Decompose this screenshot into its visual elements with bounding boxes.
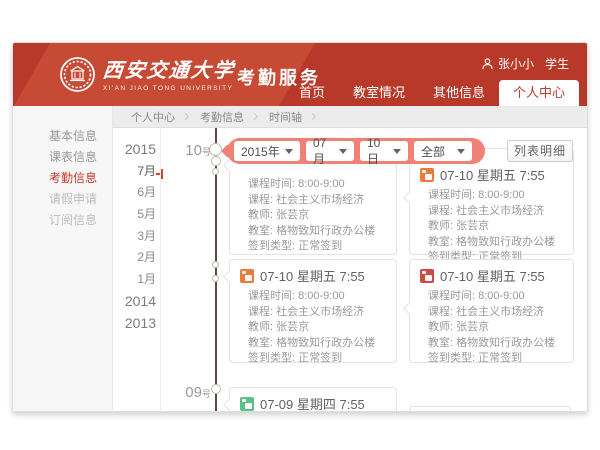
day-select[interactable]: 10日 <box>360 141 408 161</box>
nav-tab-other-info[interactable]: 其他信息 <box>419 80 499 106</box>
timeline-node <box>211 156 221 166</box>
attendance-card: 07-10 星期五 7:55 课程时间: 8:00-9:00 课程: 社会主义市… <box>409 259 574 363</box>
timeline-nav-may[interactable]: 5月 <box>113 204 156 226</box>
app-header: 西安交通大学 XI'AN JIAO TONG UNIVERSITY 考勤服务 张… <box>13 43 587 106</box>
card-line: 课程时间: 8:00-9:00 <box>428 289 573 305</box>
attendance-status-icon <box>240 269 254 283</box>
breadcrumb-item-attendance-info[interactable]: 考勤信息 <box>196 109 248 125</box>
current-month-marker <box>161 169 163 179</box>
card-title: 07-10 星期五 7:55 <box>440 165 545 184</box>
attendance-card: 07-09 星期四 7:55 <box>229 387 397 411</box>
timeline-nav-january[interactable]: 1月 <box>113 269 156 291</box>
page: 西安交通大学 XI'AN JIAO TONG UNIVERSITY 考勤服务 张… <box>0 0 600 450</box>
sidebar-item-subscription-info[interactable]: 订阅信息 <box>13 210 112 231</box>
chevron-right-icon <box>309 113 316 120</box>
card-line: 课程时间: 8:00-9:00 <box>428 188 573 204</box>
timeline-node <box>212 261 219 268</box>
card-line: 教室: 格物致知行政办公楼 <box>248 224 396 240</box>
sidebar-item-basic-info[interactable]: 基本信息 <box>13 126 112 147</box>
timeline-node <box>212 275 219 282</box>
caret-down-icon <box>393 149 401 154</box>
card-line: 课程: 社会主义市场经济 <box>248 193 396 209</box>
attendance-card <box>409 406 571 411</box>
breadcrumb-item-personal-center[interactable]: 个人中心 <box>127 109 179 125</box>
caret-down-icon <box>457 149 465 154</box>
timeline-nav-2014[interactable]: 2014 <box>113 291 156 313</box>
timeline-node <box>212 168 219 175</box>
caret-down-icon <box>285 149 293 154</box>
card-line: 教室: 格物致知行政办公楼 <box>248 336 396 352</box>
user-info[interactable]: 张小小 学生 <box>482 55 569 72</box>
card-title: 07-09 星期四 7:55 <box>260 394 365 411</box>
nav-tab-classrooms[interactable]: 教室情况 <box>339 80 419 106</box>
university-name-en: XI'AN JIAO TONG UNIVERSITY <box>103 85 235 92</box>
top-nav: 首页 教室情况 其他信息 个人中心 <box>285 80 579 106</box>
scope-select[interactable]: 全部 <box>414 141 472 161</box>
card-line: 教师: 张芸京 <box>428 320 573 336</box>
timeline-nav-2015[interactable]: 2015 <box>113 139 156 161</box>
card-line: 课程: 社会主义市场经济 <box>428 305 573 321</box>
card-title: 07-10 星期五 7:55 <box>440 266 545 285</box>
attendance-card: 07-10 星期五 7:55 课程时间: 8:00-9:00 课程: 社会主义市… <box>229 259 397 363</box>
app-window: 西安交通大学 XI'AN JIAO TONG UNIVERSITY 考勤服务 张… <box>12 42 588 412</box>
date-filter-bar: 2015年 07月 10日 全部 <box>227 138 485 164</box>
card-line: 教室: 格物致知行政办公楼 <box>428 336 573 352</box>
university-name-cn: 西安交通大学 <box>101 54 236 83</box>
card-line: 教师: 张芸京 <box>248 320 396 336</box>
breadcrumb: 个人中心 考勤信息 时间轴 <box>113 106 587 128</box>
day-marker-10: 10号 <box>171 142 211 160</box>
sidebar: 基本信息 课表信息 考勤信息 请假申请 订阅信息 <box>13 106 113 411</box>
timeline-year-month-nav: 2015 7月 6月 5月 3月 2月 1月 2014 2013 <box>113 139 156 334</box>
timeline-nav-june[interactable]: 6月 <box>113 182 156 204</box>
attendance-card: 07-10 星期五 7:55 课程时间: 8:00-9:00 课程: 社会主义市… <box>409 148 574 255</box>
nav-tab-home[interactable]: 首页 <box>285 80 339 106</box>
university-logo-icon <box>59 56 96 93</box>
card-line: 签到类型: 正常签到 <box>248 239 396 255</box>
caret-down-icon <box>339 149 347 154</box>
user-role: 学生 <box>545 55 569 72</box>
filter-bar-arrow <box>221 144 235 158</box>
attendance-status-icon <box>240 397 254 411</box>
user-name: 张小小 <box>498 55 534 72</box>
timeline-node <box>211 384 221 394</box>
breadcrumb-item-timeline[interactable]: 时间轴 <box>265 109 306 125</box>
timeline-nav-2013[interactable]: 2013 <box>113 313 156 335</box>
card-line: 教师: 张芸京 <box>248 208 396 224</box>
card-line: 签到类型: 正常签到 <box>428 351 573 367</box>
card-line: 课程时间: 8:00-9:00 <box>248 177 396 193</box>
timeline-nav-july[interactable]: 7月 <box>113 161 156 183</box>
attendance-status-icon <box>420 269 434 283</box>
year-select[interactable]: 2015年 <box>234 141 300 161</box>
day-marker-09: 09号 <box>171 384 211 402</box>
chevron-right-icon <box>182 113 189 120</box>
card-line: 教师: 张芸京 <box>428 219 573 235</box>
divider <box>160 128 161 411</box>
card-line: 课程: 社会主义市场经济 <box>248 305 396 321</box>
timeline-nav-february[interactable]: 2月 <box>113 247 156 269</box>
timeline-nav-march[interactable]: 3月 <box>113 226 156 248</box>
card-line: 教室: 格物致知行政办公楼 <box>428 235 573 251</box>
university-name: 西安交通大学 XI'AN JIAO TONG UNIVERSITY <box>103 54 235 92</box>
person-icon <box>482 58 493 70</box>
sidebar-item-attendance-info[interactable]: 考勤信息 <box>13 168 112 189</box>
chevron-right-icon <box>251 113 258 120</box>
card-line: 课程: 社会主义市场经济 <box>428 204 573 220</box>
sidebar-item-schedule-info[interactable]: 课表信息 <box>13 147 112 168</box>
card-line: 课程时间: 8:00-9:00 <box>248 289 396 305</box>
card-line: 签到类型: 正常签到 <box>248 351 396 367</box>
month-select[interactable]: 07月 <box>306 141 354 161</box>
list-detail-button[interactable]: 列表明细 <box>507 140 573 162</box>
nav-tab-personal-center[interactable]: 个人中心 <box>499 80 579 106</box>
card-title: 07-10 星期五 7:55 <box>260 266 365 285</box>
sidebar-item-leave-request[interactable]: 请假申请 <box>13 189 112 210</box>
timeline-panel: 2015 7月 6月 5月 3月 2月 1月 2014 2013 10号 <box>113 128 587 411</box>
attendance-status-icon <box>420 168 434 182</box>
